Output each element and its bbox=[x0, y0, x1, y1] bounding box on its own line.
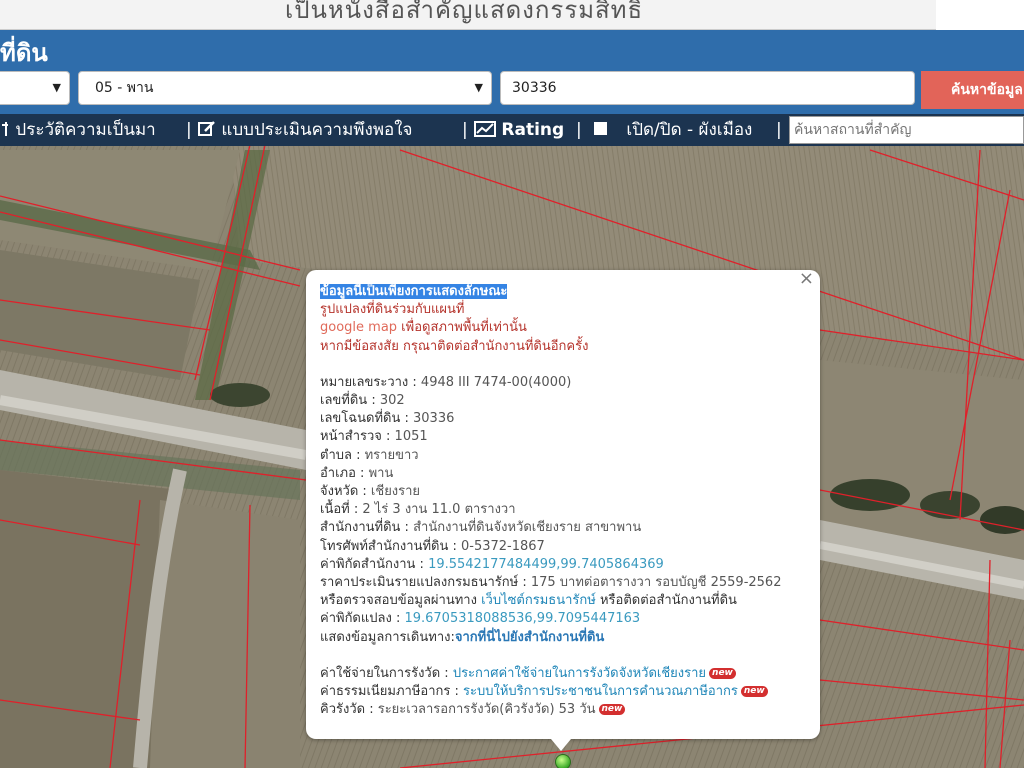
menu-item-city-plan-label: เปิด/ปิด - ผังเมือง bbox=[626, 120, 753, 140]
subdistrict-value: ทรายขาว bbox=[364, 447, 419, 463]
route-row: แสดงข้อมูลการเดินทาง:จากที่นี่ไปยังสำนัก… bbox=[320, 629, 806, 647]
menu-separator: | bbox=[576, 120, 582, 140]
banner-text: เป็นหนังสือสำคัญแสดงกรรมสิทธิ bbox=[285, 0, 644, 24]
queue-value: ระยะเวลารอการรังวัด(คิวรังวัด) 53 วัน bbox=[377, 702, 596, 718]
title-bar: ที่ดิน bbox=[0, 30, 1024, 67]
parcel-coord-row: ค่าพิกัดแปลง : 19.6705318088536,99.70954… bbox=[320, 610, 806, 628]
check-text: หรือตรวจสอบข้อมูลผ่านทาง bbox=[320, 593, 482, 609]
fee-link[interactable]: ประกาศค่าใช้จ่ายในการรังวัดจังหวัดเชียงร… bbox=[453, 666, 706, 681]
search-button[interactable]: ค้นหาข้อมูล bbox=[921, 71, 1024, 109]
menu-item-history-label: ประวัติความเป็นมา bbox=[15, 120, 156, 140]
deed-value: 30336 bbox=[413, 411, 455, 427]
notice-line-1: รูปแปลงที่ดินร่วมกับแผนที่ bbox=[320, 302, 465, 318]
district-select-value: 05 - พาน bbox=[95, 80, 154, 96]
notice-line-2: เพื่อดูสภาพพื้นที่เท่านั้น bbox=[397, 320, 527, 336]
office-row: สำนักงานที่ดิน : สำนักงานที่ดินจังหวัดเช… bbox=[320, 519, 806, 537]
treasury-website-link[interactable]: เว็บไซต์กรมธนารักษ์ bbox=[481, 593, 596, 608]
phone-value: 0-5372-1867 bbox=[461, 538, 545, 554]
province-select[interactable]: ▼ bbox=[0, 71, 70, 105]
parcel-info-popup: × ข้อมูลนี้เป็นเพียงการแสดงลักษณะ รูปแปล… bbox=[306, 269, 820, 739]
survey-page-row: หน้าสำรวจ : 1051 bbox=[320, 428, 806, 446]
new-badge: new bbox=[709, 667, 736, 679]
menu-separator: | bbox=[462, 120, 468, 140]
sheet-value: 4948 III 7474-00(4000) bbox=[420, 374, 572, 390]
history-icon bbox=[2, 122, 8, 136]
land-no-row: เลขที่ดิน : 302 bbox=[320, 392, 806, 410]
place-search-input[interactable] bbox=[789, 116, 1024, 144]
queue-label: คิวรังวัด : bbox=[320, 702, 378, 718]
menu-item-rating-label: Rating bbox=[501, 120, 565, 140]
map-marker-icon[interactable] bbox=[555, 754, 571, 768]
survey-page-value: 1051 bbox=[394, 429, 428, 445]
edit-icon bbox=[198, 121, 215, 136]
deed-row: เลขโฉนดที่ดิน : 30336 bbox=[320, 410, 806, 428]
menu-bar: ประวัติความเป็นมา | แบบประเมินความพึงพอใ… bbox=[0, 114, 1024, 146]
route-link[interactable]: จากที่นี่ไปยังสำนักงานที่ดิน bbox=[455, 630, 604, 645]
price-label: ราคาประเมินรายแปลงกรมธนารักษ์ : bbox=[320, 575, 531, 591]
district-select[interactable]: 05 - พาน ▼ bbox=[78, 71, 492, 105]
notice-line-3: หากมีข้อสงสัย กรุณาติดต่อสำนักงานที่ดินอ… bbox=[320, 338, 589, 354]
route-label: แสดงข้อมูลการเดินทาง: bbox=[320, 629, 455, 645]
phone-row: โทรศัพท์สำนักงานที่ดิน : 0-5372-1867 bbox=[320, 538, 806, 556]
district-row: อำเภอ : พาน bbox=[320, 465, 806, 483]
tax-row: ค่าธรรมเนียมภาษีอากร : ระบบให้บริการประช… bbox=[320, 683, 806, 701]
subdistrict-row: ตำบล : ทรายขาว bbox=[320, 447, 806, 465]
menu-item-survey-label: แบบประเมินความพึงพอใจ bbox=[221, 120, 413, 140]
sheet-label: หมายเลขระวาง : bbox=[320, 374, 421, 390]
fee-row: ค่าใช้จ่ายในการรังวัด : ประกาศค่าใช้จ่าย… bbox=[320, 665, 806, 683]
parcel-number-value: 30336 bbox=[512, 80, 557, 96]
menu-item-survey[interactable]: แบบประเมินความพึงพอใจ bbox=[198, 114, 413, 146]
parcel-coord-label: ค่าพิกัดแปลง : bbox=[320, 611, 405, 627]
notice-title: ข้อมูลนี้เป็นเพียงการแสดงลักษณะ bbox=[320, 284, 508, 299]
province-value: เชียงราย bbox=[370, 484, 421, 500]
check-text-end: หรือติดต่อสำนักงานที่ดิน bbox=[595, 593, 737, 609]
menu-separator: | bbox=[776, 120, 782, 140]
deed-label: เลขโฉนดที่ดิน : bbox=[320, 411, 414, 427]
office-coord-link[interactable]: 19.5542177484499,99.7405864369 bbox=[428, 557, 664, 572]
fee-label: ค่าใช้จ่ายในการรังวัด : bbox=[320, 665, 453, 681]
district-value: พาน bbox=[368, 465, 394, 481]
menu-item-history[interactable]: ประวัติความเป็นมา bbox=[0, 114, 156, 146]
area-row: เนื้อที่ : 2 ไร่ 3 งาน 11.0 ตารางวา bbox=[320, 501, 806, 519]
sheet-row: หมายเลขระวาง : 4948 III 7474-00(4000) bbox=[320, 374, 806, 392]
area-value: 2 ไร่ 3 งาน 11.0 ตารางวา bbox=[362, 502, 516, 518]
area-label: เนื้อที่ : bbox=[320, 502, 363, 518]
office-coord-row: ค่าพิกัดสำนักงาน : 19.5542177484499,99.7… bbox=[320, 556, 806, 574]
parcel-coord-link[interactable]: 19.6705318088536,99.7095447163 bbox=[404, 611, 640, 626]
province-label: จังหวัด : bbox=[320, 484, 371, 500]
banner-blank bbox=[936, 0, 1024, 30]
subdistrict-label: ตำบล : bbox=[320, 447, 365, 463]
survey-page-label: หน้าสำรวจ : bbox=[320, 429, 395, 445]
chevron-down-icon: ▼ bbox=[52, 81, 61, 94]
chevron-down-icon: ▼ bbox=[474, 81, 483, 94]
top-banner: เป็นหนังสือสำคัญแสดงกรรมสิทธิ bbox=[0, 0, 936, 30]
price-value: 175 บาทต่อตารางวา รอบบัญชี 2559-2562 bbox=[530, 575, 782, 591]
district-label: อำเภอ : bbox=[320, 465, 369, 481]
menu-separator: | bbox=[186, 120, 192, 140]
notice-google-map: google map bbox=[320, 320, 398, 336]
office-label: สำนักงานที่ดิน : bbox=[320, 520, 414, 536]
menu-item-city-plan-toggle[interactable]: เปิด/ปิด - ผังเมือง bbox=[594, 114, 752, 146]
tax-link[interactable]: ระบบให้บริการประชาชนในการคำนวณภาษีอากร bbox=[463, 684, 738, 699]
check-row: หรือตรวจสอบข้อมูลผ่านทาง เว็บไซต์กรมธนาร… bbox=[320, 592, 806, 610]
queue-row: คิวรังวัด : ระยะเวลารอการรังวัด(คิวรังวั… bbox=[320, 701, 806, 719]
checkbox-icon[interactable] bbox=[594, 122, 607, 135]
search-row: ▼ 05 - พาน ▼ 30336 ค้นหาข้อมูล bbox=[0, 66, 1024, 114]
office-coord-label: ค่าพิกัดสำนักงาน : bbox=[320, 556, 429, 572]
popup-tail bbox=[551, 739, 571, 751]
new-badge: new bbox=[598, 704, 626, 716]
new-badge: new bbox=[740, 686, 768, 698]
land-no-label: เลขที่ดิน : bbox=[320, 393, 380, 409]
phone-label: โทรศัพท์สำนักงานที่ดิน : bbox=[320, 538, 461, 554]
office-value: สำนักงานที่ดินจังหวัดเชียงราย สาขาพาน bbox=[413, 520, 642, 536]
land-no-value: 302 bbox=[379, 393, 405, 409]
province-row: จังหวัด : เชียงราย bbox=[320, 483, 806, 501]
price-row: ราคาประเมินรายแปลงกรมธนารักษ์ : 175 บาทต… bbox=[320, 574, 806, 592]
menu-item-rating[interactable]: Rating bbox=[474, 114, 564, 146]
close-icon[interactable]: × bbox=[799, 269, 814, 288]
chart-icon bbox=[474, 121, 496, 137]
tax-label: ค่าธรรมเนียมภาษีอากร : bbox=[320, 684, 464, 700]
parcel-number-input[interactable]: 30336 bbox=[500, 71, 915, 105]
